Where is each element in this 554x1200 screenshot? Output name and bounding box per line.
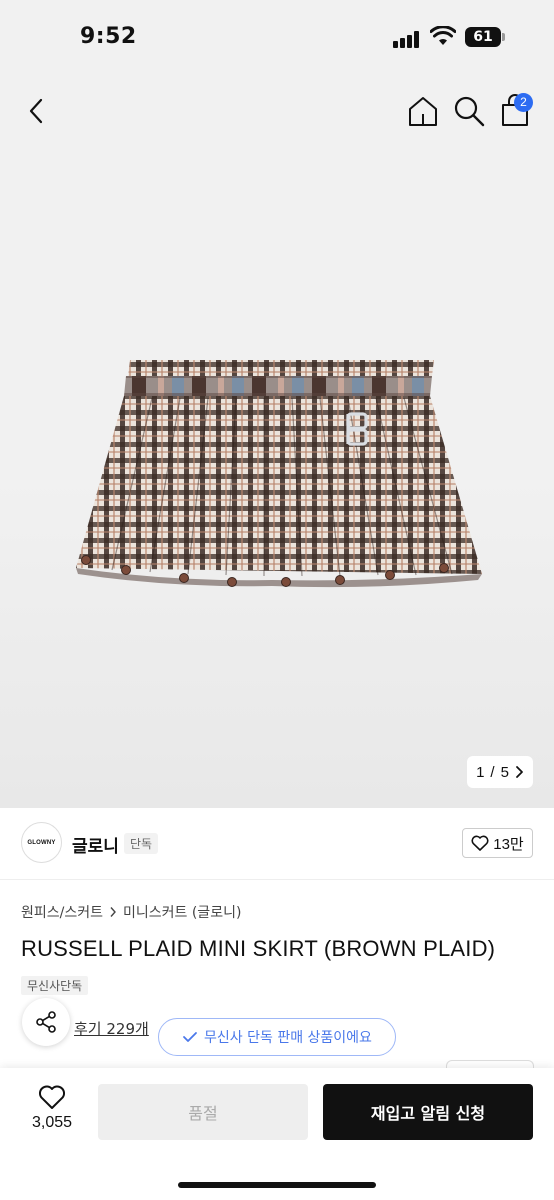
brand-name[interactable]: 글로니: [72, 832, 119, 857]
breadcrumb-category[interactable]: 원피스/스커트: [21, 902, 103, 922]
exclusive-notice-text: 무신사 단독 판매 상품이에요: [204, 1030, 372, 1046]
product-title: RUSSELL PLAID MINI SKIRT (BROWN PLAID): [21, 936, 496, 961]
bottom-action-bar: 3,055 품절 재입고 알림 신청: [0, 1068, 554, 1200]
breadcrumb-chevron-icon: [110, 907, 116, 917]
heart-outline-icon: [471, 835, 489, 851]
back-chevron-icon[interactable]: [22, 96, 52, 126]
brand-logo[interactable]: GLOWNY: [21, 822, 62, 863]
check-icon: [183, 1032, 197, 1042]
gallery-total: 5: [500, 763, 509, 781]
gallery-separator: /: [490, 763, 495, 781]
battery-cap: [502, 33, 505, 41]
restock-alert-button[interactable]: 재입고 알림 신청: [323, 1084, 533, 1140]
reviews-link[interactable]: 후기 229개: [74, 1018, 149, 1039]
brand-like-count: 13만: [493, 835, 524, 853]
gallery-current: 1: [476, 763, 485, 781]
chevron-right-icon[interactable]: [515, 765, 524, 779]
exclusive-notice-pill: 무신사 단독 판매 상품이에요: [158, 1018, 396, 1056]
soldout-button: 품절: [98, 1084, 308, 1140]
cart-count-badge[interactable]: 2: [514, 93, 533, 112]
wishlist-button[interactable]: 3,055: [22, 1084, 82, 1132]
signal-icon: [393, 30, 421, 48]
brand-exclusive-tag: 단독: [124, 833, 159, 854]
heart-outline-icon: [38, 1085, 66, 1109]
wifi-icon: [430, 26, 456, 45]
brand-row: GLOWNY 글로니 단독 13만: [0, 808, 554, 880]
product-gallery[interactable]: 2 1 / 5: [0, 76, 554, 808]
gallery-page-indicator[interactable]: 1 / 5: [467, 756, 533, 788]
share-icon: [36, 1011, 56, 1033]
search-icon[interactable]: [452, 94, 486, 128]
status-time: 9:52: [80, 24, 137, 49]
battery-icon: 61: [465, 27, 501, 47]
wishlist-count: 3,055: [31, 1114, 73, 1131]
brand-like-button[interactable]: 13만: [462, 828, 533, 858]
home-icon[interactable]: [406, 94, 440, 128]
status-bar: 9:52 61: [0, 0, 554, 76]
home-indicator: [178, 1182, 376, 1188]
breadcrumb-subcategory[interactable]: 미니스커트 (글로니): [123, 902, 241, 922]
share-button[interactable]: [22, 998, 70, 1046]
exclusive-badge: 무신사단독: [21, 976, 89, 995]
breadcrumb: 원피스/스커트 미니스커트 (글로니): [21, 902, 241, 922]
product-image[interactable]: [72, 346, 486, 608]
